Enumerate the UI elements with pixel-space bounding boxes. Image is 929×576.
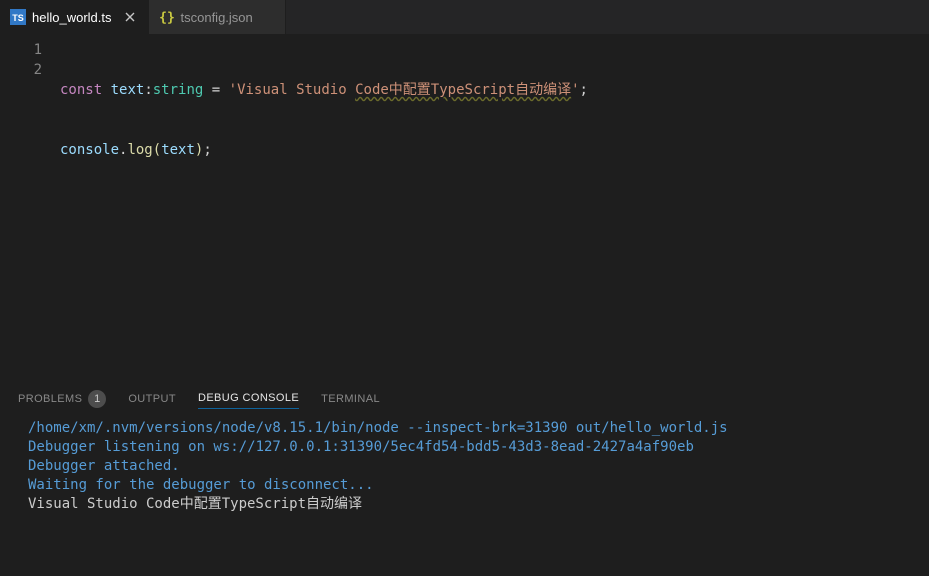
token-type: string [153,82,204,98]
token-object: console [60,142,119,158]
panel-tab-bar: PROBLEMS 1 OUTPUT DEBUG CONSOLE TERMINAL [0,382,929,415]
panel-tab-label: DEBUG CONSOLE [198,392,299,404]
token-string-quote: ' [571,82,579,98]
token-variable: text [111,82,145,98]
json-file-icon: {} [159,9,175,25]
line-number-gutter: 1 2 [0,40,60,381]
token-string-spellcheck: Code中配置TypeScript自动编译 [355,82,571,98]
close-icon[interactable] [122,9,138,25]
tab-bar: TS hello_world.ts {} tsconfig.json [0,0,929,34]
console-line: Visual Studio Code中配置TypeScript自动编译 [28,495,901,514]
console-line: Waiting for the debugger to disconnect..… [28,476,901,495]
console-line: /home/xm/.nvm/versions/node/v8.15.1/bin/… [28,419,901,438]
token-colon: : [144,82,152,98]
line-number: 2 [0,60,42,80]
code-editor[interactable]: 1 2 const text:string = 'Visual Studio C… [0,34,929,381]
tab-hello-world-ts[interactable]: TS hello_world.ts [0,0,149,34]
panel-tab-output[interactable]: OUTPUT [128,389,176,409]
token-semicolon: ; [580,82,588,98]
tab-label: hello_world.ts [32,10,112,25]
panel-tab-label: PROBLEMS [18,393,82,405]
console-line: Debugger listening on ws://127.0.0.1:313… [28,438,901,457]
panel-tab-problems[interactable]: PROBLEMS 1 [18,386,106,412]
panel-tab-label: OUTPUT [128,393,176,405]
ts-file-icon: TS [10,9,26,25]
token-equals: = [212,82,220,98]
line-number: 1 [0,40,42,60]
token-string: Visual Studio [237,82,355,98]
tab-label: tsconfig.json [181,10,253,25]
tab-tsconfig-json[interactable]: {} tsconfig.json [149,0,286,34]
token-keyword: const [60,82,102,98]
panel-tab-terminal[interactable]: TERMINAL [321,389,380,409]
token-argument: text [161,142,195,158]
svg-text:{}: {} [159,11,175,26]
token-string-quote: ' [229,82,237,98]
code-content[interactable]: const text:string = 'Visual Studio Code中… [60,40,929,381]
svg-text:TS: TS [12,13,24,23]
panel-tab-label: TERMINAL [321,393,380,405]
code-line: console.log(text); [60,140,929,160]
panel-tab-debug-console[interactable]: DEBUG CONSOLE [198,388,299,409]
token-paren: ( [153,142,161,158]
code-line: const text:string = 'Visual Studio Code中… [60,80,929,100]
token-semicolon: ; [203,142,211,158]
token-function: log [127,142,152,158]
debug-console-content[interactable]: /home/xm/.nvm/versions/node/v8.15.1/bin/… [0,415,929,576]
console-line: Debugger attached. [28,457,901,476]
problems-count-badge: 1 [88,390,106,408]
bottom-panel: PROBLEMS 1 OUTPUT DEBUG CONSOLE TERMINAL… [0,381,929,576]
